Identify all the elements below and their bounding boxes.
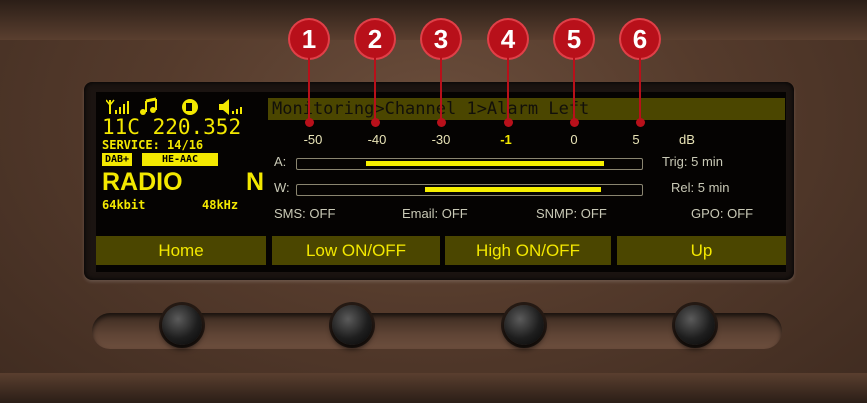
callout-1: 1 (290, 20, 328, 58)
release-time: Rel: 5 min (671, 180, 730, 195)
callout-3: 3 (422, 20, 460, 58)
callout-3-line (440, 56, 442, 122)
callout-2-dot (370, 118, 380, 127)
callout-6-dot (635, 118, 645, 127)
low-toggle-softkey[interactable]: Low ON/OFF (272, 236, 440, 265)
meter-w-label: W: (274, 180, 290, 195)
callout-5-line (573, 56, 575, 122)
callout-2: 2 (356, 20, 394, 58)
channel-id: 11C (102, 115, 140, 139)
bitrate-value: 64kbit (102, 198, 146, 212)
gpo-status: GPO: OFF (691, 206, 754, 221)
station-name: RADIO (102, 168, 183, 196)
callout-5: 5 (555, 20, 593, 58)
callout-4-line (507, 56, 509, 122)
callout-6-line (639, 56, 641, 122)
dab-plus-badge: DAB+ (102, 153, 133, 166)
up-softkey[interactable]: Up (617, 236, 786, 265)
speaker-volume-icon (219, 99, 242, 115)
station-name-suffix: N (246, 168, 265, 196)
callout-4-dot (503, 118, 513, 127)
snmp-status: SNMP: OFF (536, 206, 607, 221)
service-counter: SERVICE: 14/16 (102, 138, 204, 152)
callout-3-dot (436, 118, 446, 127)
scale-label: -50 (303, 132, 323, 147)
callout-5-dot (569, 118, 579, 127)
device-front-panel: 1 2 3 4 5 6 11C 220.352 SERVICE: 14/16 D… (0, 0, 867, 403)
softkey-knob-3[interactable] (504, 305, 544, 345)
channel-frequency: 11C 220.352 (102, 116, 241, 138)
sms-status: SMS: OFF (274, 206, 336, 221)
high-toggle-softkey[interactable]: High ON/OFF (445, 236, 611, 265)
frequency-value: 220.352 (152, 115, 242, 139)
scale-label: 0 (570, 132, 578, 147)
slideshow-icon (182, 99, 198, 115)
scale-label: -30 (431, 132, 451, 147)
callout-1-dot (304, 118, 314, 127)
softkey-knob-1[interactable] (162, 305, 202, 345)
trigger-time: Trig: 5 min (662, 154, 723, 169)
sample-rate-value: 48kHz (202, 198, 239, 212)
level-meter-w (296, 184, 643, 196)
scale-label: 5 (632, 132, 640, 147)
softkey-knob-4[interactable] (675, 305, 715, 345)
codec-badge: HE-AAC (142, 153, 218, 166)
meter-a-label: A: (274, 154, 287, 169)
callout-6: 6 (621, 20, 659, 58)
antenna-signal-icon (106, 99, 129, 114)
callout-1-line (308, 56, 310, 122)
level-meter-a-fill (366, 161, 605, 166)
home-softkey[interactable]: Home (96, 236, 266, 265)
callout-4: 4 (489, 20, 527, 58)
level-meter-a (296, 158, 643, 170)
softkey-knob-2[interactable] (332, 305, 372, 345)
music-note-icon (140, 97, 157, 115)
scale-label: -40 (367, 132, 387, 147)
callout-2-line (374, 56, 376, 122)
status-icons (106, 97, 242, 115)
level-meter-w-fill (424, 187, 601, 192)
scale-unit: dB (679, 132, 695, 147)
menu-breadcrumb: Monitoring>Channel 1>Alarm Left (268, 98, 785, 120)
scale-label: -1 (500, 132, 512, 147)
email-status: Email: OFF (402, 206, 468, 221)
